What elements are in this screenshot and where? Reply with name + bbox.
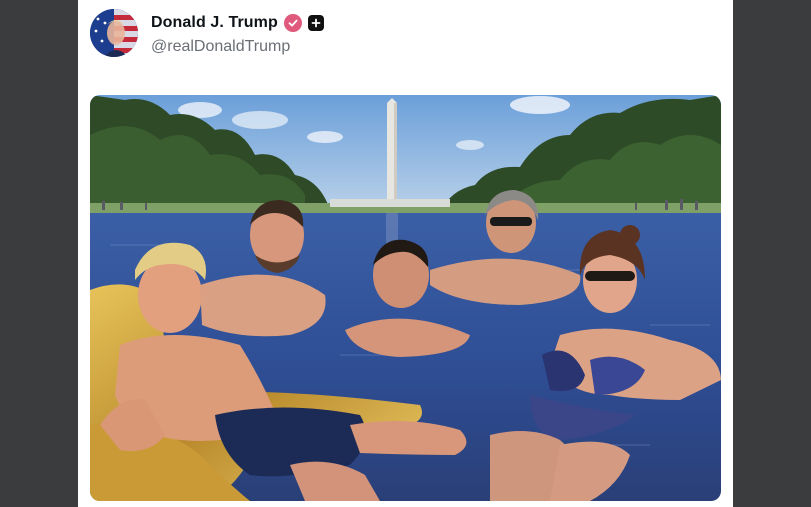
window-background-left (0, 0, 78, 507)
window-background-right (733, 0, 811, 507)
post-photo[interactable] (90, 95, 721, 501)
reflecting-pool-photo (90, 95, 721, 501)
plus-icon[interactable] (307, 15, 324, 31)
author-handle[interactable]: @realDonaldTrump (151, 38, 290, 56)
author-display-name[interactable]: Donald J. Trump (151, 14, 278, 32)
post-card: Donald J. Trump @realDonaldTrump (78, 0, 733, 507)
verified-check-icon (283, 14, 302, 32)
flag-portrait-avatar-icon (90, 9, 138, 57)
author-avatar[interactable] (90, 9, 138, 57)
author-name-row: Donald J. Trump (151, 12, 324, 34)
